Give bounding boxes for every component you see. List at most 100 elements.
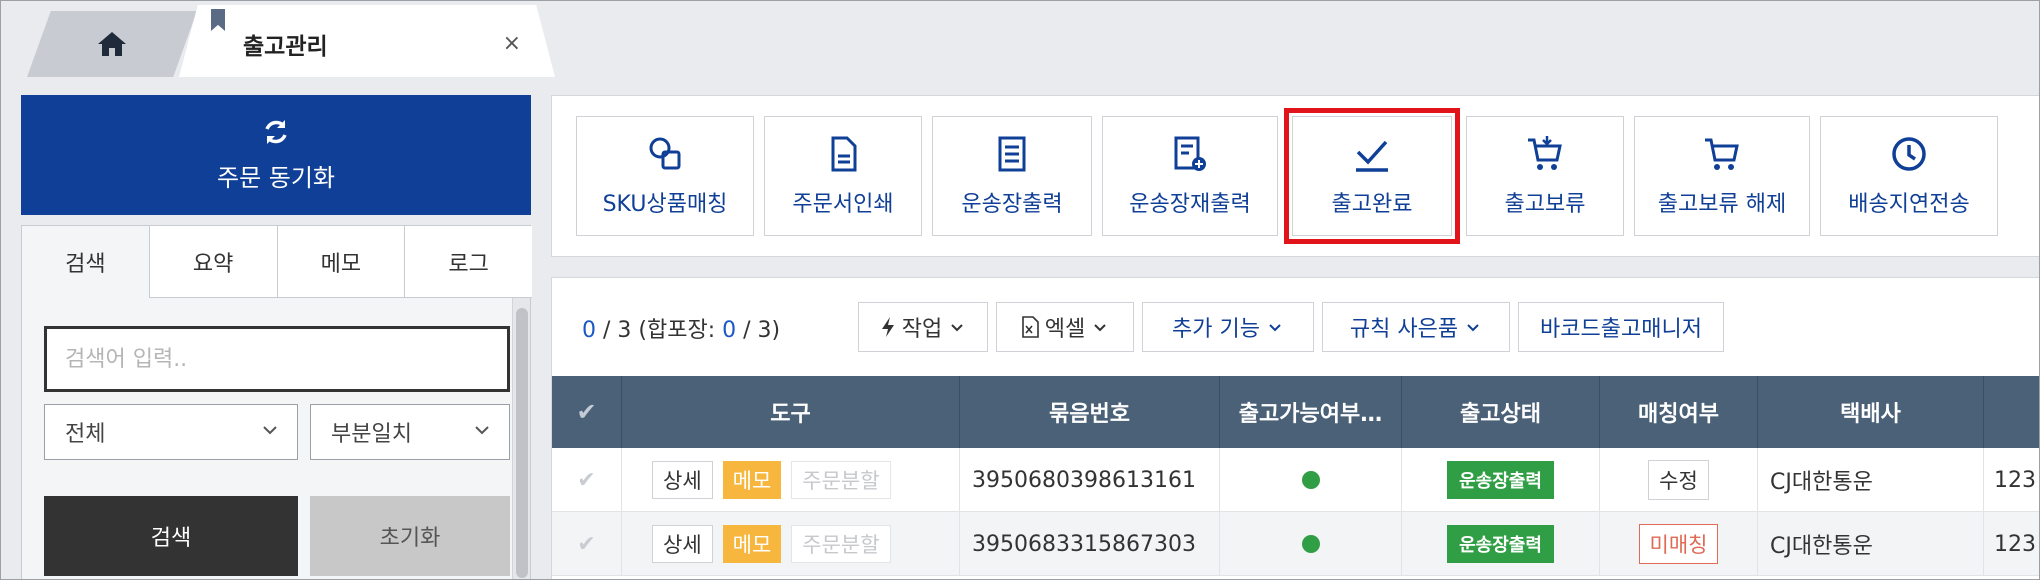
panel-scrollbar[interactable] [512,298,530,579]
rule-gift-button[interactable]: 규칙 사은품 [1322,302,1510,352]
print-order-button[interactable]: 주문서인쇄 [764,116,922,236]
hold-outbound-button[interactable]: 출고보류 [1466,116,1624,236]
edit-match-button[interactable]: 수정 [1648,460,1709,500]
count-combined-selected: 0 [722,318,737,343]
panel-tabs: 검색 요약 메모 로그 [22,226,532,298]
outbound-status: 운송장출력 [1402,512,1600,576]
match-mode-select[interactable]: 부분일치 [310,404,510,460]
chevron-down-icon [475,426,489,435]
scope-select-value: 전체 [65,422,106,447]
chevron-down-icon [1467,324,1479,332]
selection-count: 0 / 3 (합포장: 0 / 3) [582,312,780,344]
order-sync-button[interactable]: 주문 동기화 [21,95,531,215]
search-button[interactable]: 검색 [44,496,298,576]
bundle-number: 3950683315867303 [960,512,1220,576]
excel-dropdown-button[interactable]: 엑셀 [996,302,1134,352]
table-row[interactable]: ✔ 상세 메모 주문분할 3950680398613161 운송장출력 수정 C… [552,448,2039,512]
col-outbound-status[interactable]: 출고상태 [1402,376,1600,448]
availability-indicator [1220,448,1402,512]
col-tools[interactable]: 도구 [622,376,960,448]
toolbar-label: 주문서인쇄 [792,192,894,217]
truncated-cell: 123 [1984,448,2039,512]
memo-button[interactable]: 메모 [722,461,782,499]
barcode-manager-button[interactable]: 바코드출고매니저 [1518,302,1724,352]
row-tools: 상세 메모 주문분할 [622,512,960,576]
select-all-checkbox[interactable]: ✔ [552,376,622,448]
tab-title: 출고관리 [243,34,328,60]
order-list-area: 0 / 3 (합포장: 0 / 3) 작업 엑셀 추가 기능 규칙 사은품 바코… [551,277,2039,579]
status-badge: 운송장출력 [1447,525,1554,563]
count-sep: / [596,318,618,343]
detail-button[interactable]: 상세 [652,525,713,563]
list-icon [998,136,1026,172]
bolt-icon [881,317,894,337]
clock-icon [1892,137,1926,171]
matching-cell: 수정 [1600,448,1758,512]
extra-features-button[interactable]: 추가 기능 [1142,302,1314,352]
toolbar-label: 배송지연전송 [1848,192,1970,217]
status-dot [1301,471,1320,489]
search-input[interactable] [44,326,510,392]
excel-file-icon [1021,316,1039,338]
gift-label: 규칙 사은품 [1349,317,1459,342]
scrollbar-thumb[interactable] [516,308,528,578]
status-badge: 운송장출력 [1447,461,1554,499]
match-mode-value: 부분일치 [331,422,412,447]
app-frame: 출고관리 × 주문 동기화 검색 요약 메모 로그 전체 [0,0,2040,580]
cart-hold-icon [1528,136,1562,170]
col-bundle-number[interactable]: 묶음번호 [960,376,1220,448]
count-combined-total: 3) [757,318,781,343]
split-order-button[interactable]: 주문분할 [791,525,891,563]
row-checkbox[interactable]: ✔ [552,512,622,576]
tab-log[interactable]: 로그 [405,226,532,298]
action-toolbar: SKU상품매칭 주문서인쇄 운송장출력 운송장재출력 출고완료 출고보류 출고보… [551,95,2039,257]
tab-bar: 출고관리 × [1,1,2039,77]
chevron-down-icon [263,426,277,435]
count-total: 3 [617,318,632,343]
availability-indicator [1220,512,1402,576]
reset-button[interactable]: 초기화 [310,496,510,576]
search-panel: 검색 요약 메모 로그 전체 부분일치 검색 초기화 [21,225,532,579]
col-matching[interactable]: 매칭여부 [1600,376,1758,448]
tab-search[interactable]: 검색 [22,226,150,298]
chevron-down-icon [1094,324,1106,332]
status-dot [1301,535,1320,553]
refresh-icon [265,119,287,144]
left-panel: 주문 동기화 검색 요약 메모 로그 전체 부분일치 검색 초기화 [21,95,532,579]
outbound-status: 운송장출력 [1402,448,1600,512]
toolbar-label: 출고보류 [1504,192,1586,217]
complete-outbound-button[interactable]: 출고완료 [1284,108,1460,244]
release-hold-button[interactable]: 출고보류 해제 [1634,116,1810,236]
reprint-waybill-button[interactable]: 운송장재출력 [1102,116,1278,236]
sku-match-icon [649,137,681,170]
table-row[interactable]: ✔ 상세 메모 주문분할 3950683315867303 운송장출력 미매칭 … [552,512,2039,576]
toolbar-label: 운송장출력 [961,192,1063,217]
delay-notice-button[interactable]: 배송지연전송 [1820,116,1998,236]
toolbar-label: SKU상품매칭 [602,192,728,217]
split-order-button[interactable]: 주문분할 [791,461,891,499]
col-outbound-available[interactable]: 출고가능여부… [1220,376,1402,448]
col-carrier[interactable]: 택배사 [1758,376,1984,448]
check-icon: ✔ [577,531,596,557]
sku-match-button[interactable]: SKU상품매칭 [576,116,754,236]
memo-button[interactable]: 메모 [722,525,782,563]
scope-select[interactable]: 전체 [44,404,298,460]
carrier: CJ대한통운 [1758,448,1984,512]
detail-button[interactable]: 상세 [652,461,713,499]
order-sync-label: 주문 동기화 [216,163,336,192]
col-more [1984,376,2039,448]
toolbar-label: 출고완료 [1331,192,1413,217]
print-waybill-button[interactable]: 운송장출력 [932,116,1092,236]
tab-memo[interactable]: 메모 [277,226,406,298]
work-dropdown-button[interactable]: 작업 [858,302,988,352]
check-icon: ✔ [576,398,597,426]
home-icon [98,32,126,56]
work-label: 작업 [901,317,943,342]
row-checkbox[interactable]: ✔ [552,448,622,512]
tab-outbound-management[interactable]: 출고관리 × [179,5,555,77]
unmatched-badge[interactable]: 미매칭 [1638,524,1719,564]
count-selected: 0 [582,318,596,343]
tab-home[interactable] [27,11,197,77]
close-icon[interactable]: × [503,31,521,56]
tab-summary[interactable]: 요약 [149,226,278,298]
